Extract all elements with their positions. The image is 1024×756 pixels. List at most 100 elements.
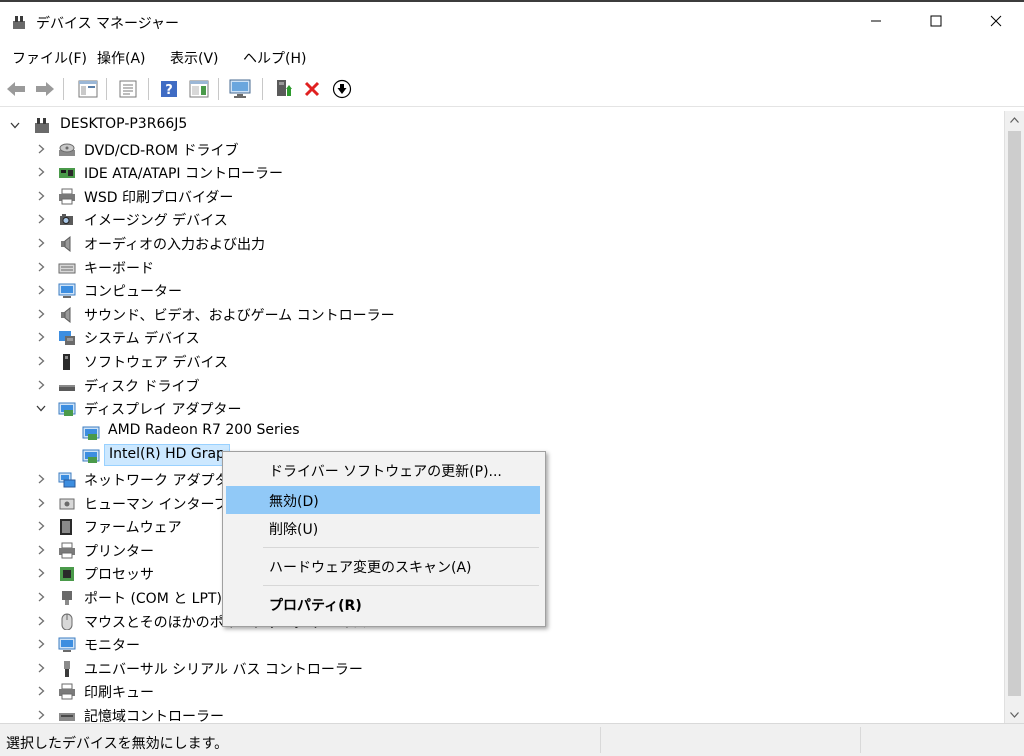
back-button[interactable]: [4, 77, 28, 101]
tree-item-label: WSD 印刷プロバイダー: [84, 189, 234, 206]
tree-category[interactable]: サウンド、ビデオ、およびゲーム コントローラー: [0, 303, 1004, 326]
close-icon: [990, 15, 1002, 27]
chevron-right-icon[interactable]: [34, 165, 48, 179]
tree-item-label: モニター: [84, 638, 140, 655]
chevron-right-icon[interactable]: [34, 496, 48, 510]
mouse-icon: [58, 613, 76, 631]
tree-item-label: オーディオの入力および出力: [84, 237, 266, 253]
context-item-label: 削除(U): [269, 522, 319, 538]
menu-help[interactable]: ヘルプ(H): [243, 48, 306, 68]
disable-device-icon: [332, 79, 352, 99]
port-icon: [58, 589, 76, 606]
dvd-drive-icon: [58, 141, 76, 158]
monitor-scan-icon: [229, 79, 251, 98]
tree-item-label: ソフトウェア デバイス: [84, 355, 229, 371]
close-button[interactable]: [966, 2, 1024, 40]
tree-category[interactable]: イメージング デバイス: [0, 208, 1004, 231]
tree-item-label: プリンター: [84, 543, 154, 560]
vertical-scrollbar[interactable]: [1004, 111, 1024, 723]
chevron-right-icon[interactable]: [34, 637, 48, 651]
device-tree[interactable]: DESKTOP-P3R66J5 DVD/CD-ROM ドライブ IDE ATA/AT…: [0, 111, 1004, 723]
menu-view[interactable]: 表示(V): [170, 48, 219, 68]
monitor-icon: [58, 636, 76, 653]
context-update-driver[interactable]: ドライバー ソフトウェアの更新(P)...: [226, 456, 540, 484]
help-button[interactable]: ?: [157, 77, 181, 101]
chevron-right-icon[interactable]: [34, 661, 48, 675]
context-disable[interactable]: 無効(D): [226, 486, 540, 514]
properties-button[interactable]: [116, 77, 140, 101]
chevron-right-icon[interactable]: [34, 189, 48, 203]
chevron-right-icon[interactable]: [34, 614, 48, 628]
tree-category[interactable]: 記憶域コントローラー: [0, 704, 1004, 723]
tree-item-label: キーボード: [84, 260, 154, 277]
scan-hardware-button[interactable]: [228, 77, 252, 101]
tree-category[interactable]: ユニバーサル シリアル バス コントローラー: [0, 657, 1004, 680]
tree-category[interactable]: キーボード: [0, 256, 1004, 279]
update-driver-icon: [277, 80, 292, 96]
context-uninstall[interactable]: 削除(U): [226, 514, 540, 542]
chevron-right-icon[interactable]: [34, 212, 48, 226]
tree-category[interactable]: DVD/CD-ROM ドライブ: [0, 138, 1004, 161]
chevron-right-icon[interactable]: [34, 283, 48, 297]
chevron-right-icon[interactable]: [34, 590, 48, 604]
chevron-right-icon[interactable]: [34, 354, 48, 368]
show-hide-console-button[interactable]: [76, 77, 100, 101]
tree-root[interactable]: DESKTOP-P3R66J5: [0, 114, 1004, 137]
keyboard-icon: [58, 259, 76, 276]
chevron-right-icon[interactable]: [34, 708, 48, 722]
tree-item-label: ポート (COM と LPT): [84, 591, 222, 607]
chevron-right-icon[interactable]: [34, 236, 48, 250]
action-pane-button[interactable]: [187, 77, 211, 101]
context-scan-hardware[interactable]: ハードウェア変更のスキャン(A): [226, 552, 540, 580]
chevron-right-icon[interactable]: [34, 519, 48, 533]
chevron-right-icon[interactable]: [34, 260, 48, 274]
tree-item-label: 記憶域コントローラー: [84, 709, 224, 723]
chevron-right-icon[interactable]: [34, 330, 48, 344]
chevron-down-icon[interactable]: [34, 401, 48, 415]
chevron-right-icon[interactable]: [34, 378, 48, 392]
device-manager-icon: [13, 16, 25, 29]
chevron-right-icon[interactable]: [34, 684, 48, 698]
tree-item-label: プロセッサ: [84, 567, 154, 584]
tree-category[interactable]: 印刷キュー: [0, 680, 1004, 703]
toolbar: ?: [0, 72, 1024, 107]
chevron-right-icon[interactable]: [34, 543, 48, 557]
scroll-up-button[interactable]: [1005, 111, 1024, 128]
tree-item-label: イメージング デバイス: [84, 213, 228, 230]
chevron-right-icon[interactable]: [34, 142, 48, 156]
chevron-down-icon: [1010, 711, 1019, 718]
tree-category[interactable]: ソフトウェア デバイス: [0, 350, 1004, 373]
menu-action[interactable]: 操作(A): [97, 48, 146, 68]
menu-file[interactable]: ファイル(F): [12, 48, 87, 68]
speaker-icon: [58, 235, 76, 253]
network-adapter-icon: [58, 471, 76, 488]
ide-controller-icon: [58, 164, 76, 181]
tree-device[interactable]: AMD Radeon R7 200 Series: [0, 421, 1004, 444]
context-properties[interactable]: プロパティ(R): [226, 590, 540, 618]
tree-category[interactable]: システム デバイス: [0, 326, 1004, 349]
tree-category[interactable]: ディスク ドライブ: [0, 374, 1004, 397]
display-adapter-icon: [82, 424, 100, 441]
chevron-right-icon[interactable]: [34, 472, 48, 486]
scroll-down-button[interactable]: [1005, 706, 1024, 723]
context-menu: ドライバー ソフトウェアの更新(P)... 無効(D) 削除(U) ハードウェア…: [222, 451, 546, 627]
update-driver-button[interactable]: [272, 77, 296, 101]
tree-category[interactable]: コンピューター: [0, 279, 1004, 302]
tree-category[interactable]: WSD 印刷プロバイダー: [0, 185, 1004, 208]
minimize-button[interactable]: [846, 2, 906, 40]
uninstall-button[interactable]: [300, 77, 324, 101]
maximize-button[interactable]: [906, 2, 966, 40]
storage-controller-icon: [58, 707, 76, 723]
tree-category[interactable]: モニター: [0, 633, 1004, 656]
tree-category[interactable]: IDE ATA/ATAPI コントローラー: [0, 161, 1004, 184]
chevron-right-icon[interactable]: [34, 566, 48, 580]
tree-category[interactable]: オーディオの入力および出力: [0, 232, 1004, 255]
chevron-right-icon[interactable]: [34, 307, 48, 321]
status-bar: 選択したデバイスを無効にします。: [0, 723, 1024, 756]
chevron-down-icon[interactable]: [8, 118, 22, 132]
disable-button[interactable]: [330, 77, 354, 101]
forward-button[interactable]: [33, 77, 57, 101]
scroll-thumb[interactable]: [1008, 131, 1021, 696]
toolbar-separator: [63, 78, 64, 100]
tree-category[interactable]: ディスプレイ アダプター: [0, 397, 1004, 420]
